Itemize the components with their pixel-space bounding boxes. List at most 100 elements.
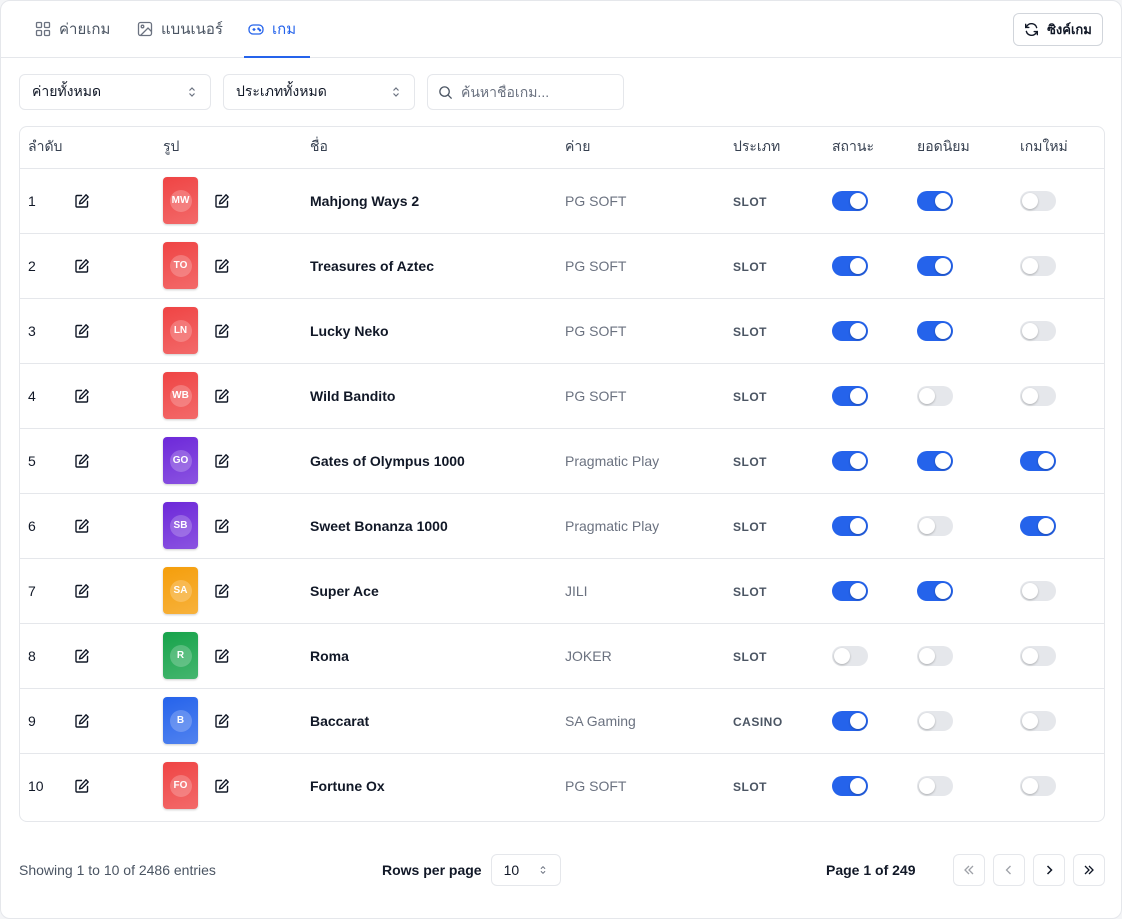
filter-bar: ค่ายทั้งหมด ประเภททั้งหมด (19, 74, 624, 110)
next-page-button[interactable] (1033, 854, 1065, 886)
status-toggle[interactable] (832, 710, 868, 731)
status-toggle[interactable] (832, 775, 868, 796)
game-thumbnail: MW (163, 177, 198, 224)
popular-toggle[interactable] (917, 515, 953, 536)
new-game-toggle[interactable] (1020, 385, 1056, 406)
popular-toggle[interactable] (917, 645, 953, 666)
edit-icon[interactable] (74, 583, 90, 599)
tab-games[interactable]: เกม (243, 1, 311, 58)
game-thumbnail: SB (163, 502, 198, 549)
pager (953, 854, 1105, 886)
new-game-toggle[interactable] (1020, 190, 1056, 211)
image-edit-icon[interactable] (214, 453, 230, 469)
row-index: 2 (28, 257, 36, 274)
grid-icon (35, 21, 51, 37)
game-thumbnail: FO (163, 762, 198, 810)
image-edit-icon[interactable] (214, 388, 230, 404)
table-row: 10 FO Fortune Ox PG SOFT SLOT (20, 753, 1104, 818)
edit-icon[interactable] (74, 648, 90, 664)
game-provider: Pragmatic Play (565, 452, 660, 469)
new-game-toggle[interactable] (1020, 450, 1056, 471)
status-toggle[interactable] (832, 645, 868, 666)
new-game-toggle[interactable] (1020, 320, 1056, 341)
tab-providers[interactable]: ค่ายเกม (35, 1, 110, 57)
new-game-toggle[interactable] (1020, 580, 1056, 601)
game-provider: PG SOFT (565, 777, 627, 794)
new-game-toggle[interactable] (1020, 710, 1056, 731)
game-thumbnail: B (163, 697, 198, 744)
status-toggle[interactable] (832, 580, 868, 601)
chevron-left-icon (1005, 865, 1011, 875)
image-edit-icon[interactable] (214, 518, 230, 534)
game-thumbnail: TO (163, 242, 198, 289)
popular-toggle[interactable] (917, 320, 953, 341)
status-toggle[interactable] (832, 255, 868, 276)
popular-toggle[interactable] (917, 775, 953, 796)
game-name: Wild Bandito (310, 387, 396, 404)
new-game-toggle[interactable] (1020, 515, 1056, 536)
status-toggle[interactable] (832, 515, 868, 536)
popular-toggle[interactable] (917, 450, 953, 471)
edit-icon[interactable] (74, 388, 90, 404)
table-row: 1 MW Mahjong Ways 2 PG SOFT SLOT (20, 168, 1104, 234)
game-name: Treasures of Aztec (310, 257, 434, 274)
status-toggle[interactable] (832, 320, 868, 341)
image-edit-icon[interactable] (214, 258, 230, 274)
edit-icon[interactable] (74, 258, 90, 274)
image-edit-icon[interactable] (214, 713, 230, 729)
provider-select[interactable]: ค่ายทั้งหมด (19, 74, 211, 110)
image-edit-icon[interactable] (214, 648, 230, 664)
thumbnail-initials: GO (169, 449, 192, 472)
row-index: 4 (28, 387, 36, 404)
edit-icon[interactable] (74, 193, 90, 209)
game-provider: PG SOFT (565, 387, 627, 404)
rows-per-page-select[interactable]: 10 (490, 854, 561, 886)
header-provider: ค่าย (557, 127, 725, 169)
edit-icon[interactable] (74, 323, 90, 339)
popular-toggle[interactable] (917, 255, 953, 276)
gamepad-icon (248, 24, 264, 35)
new-game-toggle[interactable] (1020, 775, 1056, 796)
refresh-icon (1025, 22, 1039, 37)
image-edit-icon[interactable] (214, 583, 230, 599)
game-provider: SA Gaming (565, 712, 636, 729)
edit-icon[interactable] (74, 713, 90, 729)
game-name: Sweet Bonanza 1000 (310, 517, 448, 534)
last-page-button[interactable] (1073, 854, 1105, 886)
game-type: SLOT (733, 649, 767, 664)
search-input[interactable] (461, 84, 611, 100)
chevron-up-down-icon (393, 87, 399, 97)
games-table: ลำดับ รูป ชื่อ ค่าย ประเภท สถานะ ยอดนิยม… (19, 126, 1105, 822)
games-panel: ค่ายเกม แบนเนอร์ เกม ซิงค์เกม ค่ายทั้งหม… (0, 0, 1122, 919)
pagination-footer: Showing 1 to 10 of 2486 entries Rows per… (19, 854, 1105, 886)
prev-page-button[interactable] (993, 854, 1025, 886)
thumbnail-initials: FO (169, 774, 192, 797)
header-image: รูป (155, 127, 302, 169)
popular-toggle[interactable] (917, 710, 953, 731)
game-type: SLOT (733, 324, 767, 339)
status-toggle[interactable] (832, 450, 868, 471)
edit-icon[interactable] (74, 453, 90, 469)
status-toggle[interactable] (832, 385, 868, 406)
type-select[interactable]: ประเภททั้งหมด (223, 74, 415, 110)
game-type: SLOT (733, 779, 767, 794)
game-type: SLOT (733, 389, 767, 404)
popular-toggle[interactable] (917, 580, 953, 601)
new-game-toggle[interactable] (1020, 645, 1056, 666)
image-edit-icon[interactable] (214, 778, 230, 794)
first-page-button[interactable] (953, 854, 985, 886)
tab-banners[interactable]: แบนเนอร์ (137, 1, 223, 57)
edit-icon[interactable] (74, 778, 90, 794)
status-toggle[interactable] (832, 190, 868, 211)
image-edit-icon[interactable] (214, 193, 230, 209)
new-game-toggle[interactable] (1020, 255, 1056, 276)
popular-toggle[interactable] (917, 190, 953, 211)
image-edit-icon[interactable] (214, 323, 230, 339)
game-name: Lucky Neko (310, 322, 389, 339)
sync-games-button[interactable]: ซิงค์เกม (1013, 13, 1103, 46)
edit-icon[interactable] (74, 518, 90, 534)
chevron-up-down-icon (540, 865, 546, 875)
table-row: 9 B Baccarat SA Gaming CASINO (20, 688, 1104, 754)
rows-per-page-label: Rows per page (382, 862, 482, 878)
popular-toggle[interactable] (917, 385, 953, 406)
